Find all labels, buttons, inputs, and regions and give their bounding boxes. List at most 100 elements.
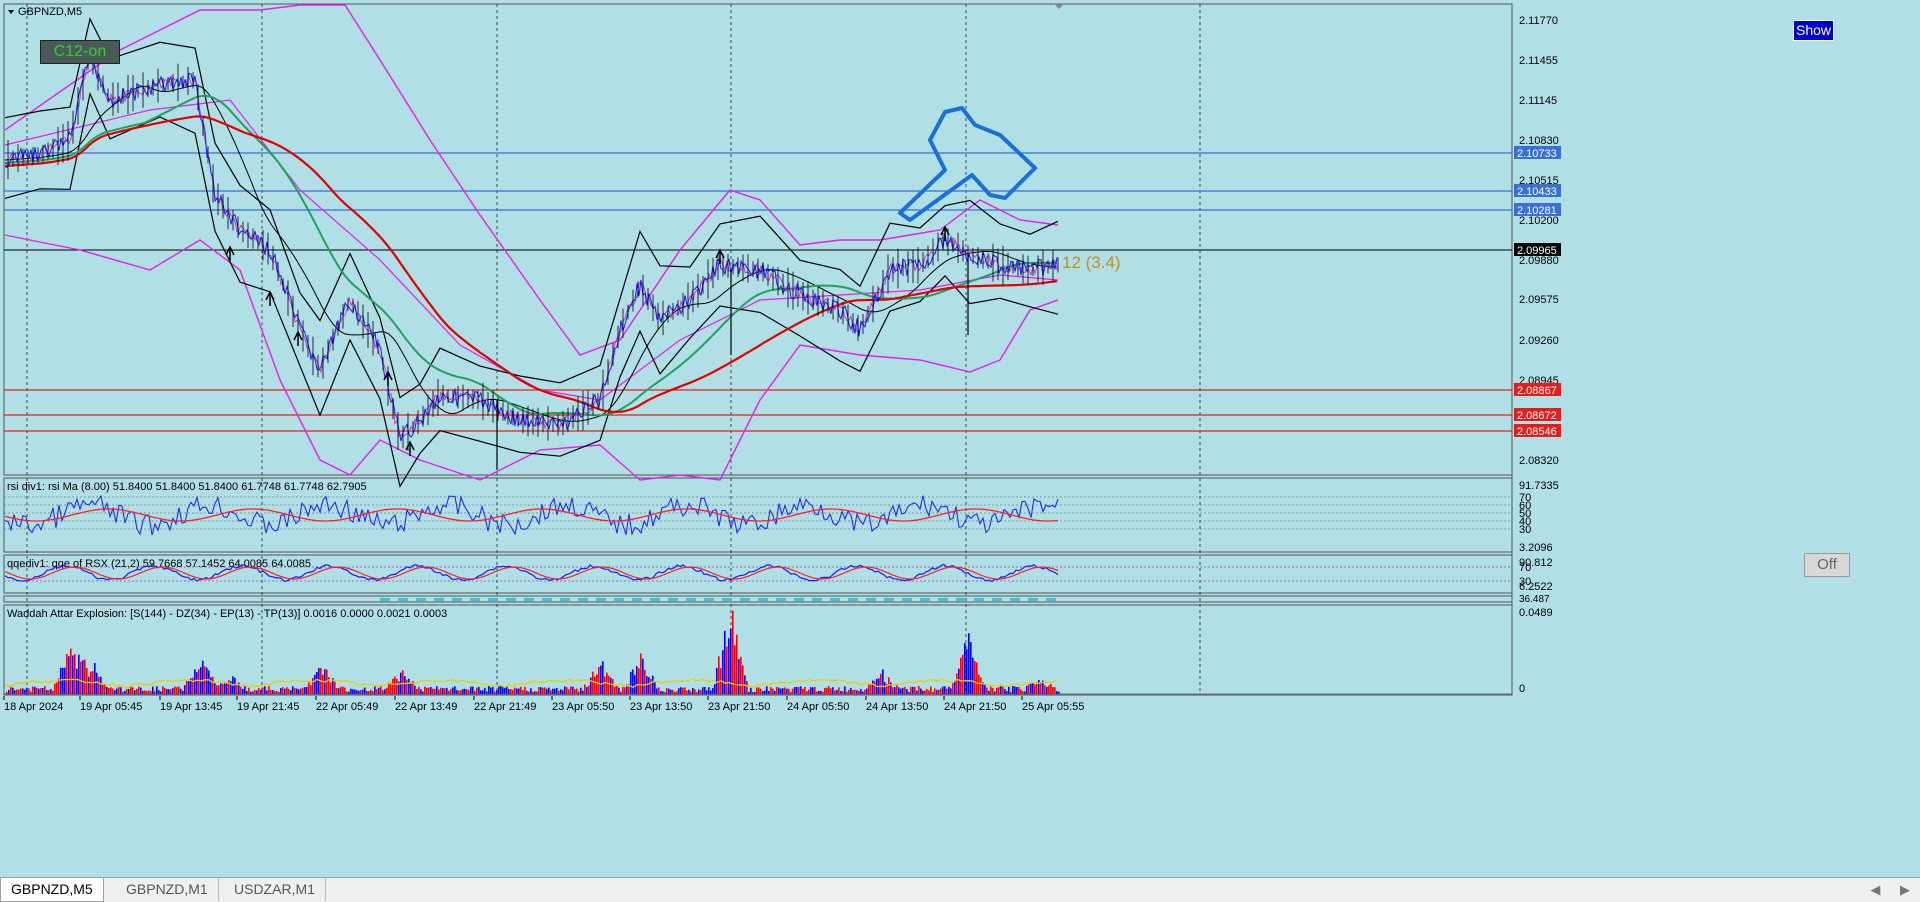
waddah-histogram-bar [186, 680, 188, 694]
chart-canvas[interactable]: 2.117702.114552.111452.108302.105152.102… [0, 0, 1920, 877]
thin-panel-mark [524, 598, 534, 601]
waddah-histogram-bar [304, 687, 306, 694]
waddah-histogram-bar [136, 688, 138, 694]
waddah-histogram-bar [302, 687, 304, 694]
time-axis-label: 24 Apr 05:50 [787, 701, 849, 713]
c12-on-button[interactable]: C12-on [40, 40, 120, 64]
thin-panel-axis-label: 36.487 [1519, 594, 1550, 605]
waddah-histogram-bar [698, 689, 700, 694]
thin-panel-mark [488, 598, 498, 601]
waddah-histogram-bar [858, 690, 860, 694]
waddah-histogram-bar [652, 675, 654, 694]
waddah-histogram-bar [156, 686, 158, 694]
waddah-histogram-bar [450, 689, 452, 694]
waddah-histogram-bar [986, 687, 988, 694]
waddah-histogram-bar [132, 687, 134, 694]
waddah-histogram-bar [730, 628, 732, 694]
waddah-histogram-bar [226, 683, 228, 694]
tab-gbpnzd-m1[interactable]: GBPNZD,M1 [116, 878, 219, 901]
waddah-histogram-bar [130, 686, 132, 694]
waddah-histogram-bar [794, 686, 796, 694]
waddah-histogram-bar [98, 676, 100, 694]
waddah-histogram-bar [56, 682, 58, 694]
thin-panel-mark [722, 598, 732, 601]
waddah-histogram-bar [182, 690, 184, 694]
waddah-histogram-bar [484, 687, 486, 694]
waddah-histogram-bar [580, 687, 582, 694]
waddah-histogram-bar [972, 657, 974, 694]
waddah-histogram-bar [666, 688, 668, 694]
waddah-histogram-bar [638, 668, 640, 694]
waddah-histogram-bar [950, 688, 952, 694]
waddah-histogram-bar [336, 688, 338, 694]
waddah-histogram-bar [594, 676, 596, 694]
dropdown-triangle-icon [8, 10, 14, 14]
thin-panel-mark [560, 598, 570, 601]
waddah-histogram-bar [556, 687, 558, 694]
waddah-histogram-bar [146, 691, 148, 694]
waddah-histogram-bar [142, 690, 144, 694]
waddah-histogram-bar [26, 687, 28, 694]
waddah-histogram-bar [780, 688, 782, 694]
waddah-histogram-bar [488, 686, 490, 694]
waddah-histogram-bar [680, 687, 682, 694]
waddah-histogram-bar [116, 688, 118, 694]
time-axis-label: 23 Apr 21:50 [708, 701, 770, 713]
time-axis-label: 23 Apr 05:50 [552, 701, 614, 713]
waddah-histogram-bar [558, 690, 560, 694]
waddah-histogram-bar [524, 686, 526, 694]
waddah-histogram-bar [82, 660, 84, 694]
waddah-histogram-bar [598, 666, 600, 694]
waddah-histogram-bar [840, 690, 842, 694]
thin-panel-mark [632, 598, 642, 601]
waddah-histogram-bar [1030, 683, 1032, 694]
waddah-histogram-bar [438, 689, 440, 694]
tab-gbpnzd-m5[interactable]: GBPNZD,M5 [0, 878, 104, 902]
waddah-histogram-bar [1000, 686, 1002, 694]
waddah-histogram-bar [896, 685, 898, 694]
waddah-histogram-bar [70, 648, 72, 694]
waddah-histogram-bar [16, 689, 18, 694]
off-button[interactable]: Off [1804, 553, 1850, 577]
waddah-histogram-bar [692, 688, 694, 694]
scroll-left-icon[interactable]: ◀ [1870, 882, 1880, 897]
thin-panel-mark [704, 598, 714, 601]
waddah-histogram-bar [264, 686, 266, 694]
time-axis-label: 22 Apr 13:49 [395, 701, 457, 713]
thin-panel-mark [974, 598, 984, 601]
waddah-histogram-bar [746, 681, 748, 694]
waddah-histogram-bar [810, 687, 812, 694]
tab-usdzar-m1[interactable]: USDZAR,M1 [224, 878, 326, 901]
waddah-histogram-bar [60, 667, 62, 694]
waddah-histogram-bar [94, 663, 96, 694]
waddah-histogram-bar [564, 686, 566, 694]
waddah-histogram-bar [370, 689, 372, 694]
waddah-histogram-bar [1004, 689, 1006, 694]
scroll-right-icon[interactable]: ▶ [1900, 882, 1910, 897]
waddah-histogram-bar [980, 677, 982, 694]
waddah-histogram-bar [12, 687, 14, 694]
waddah-histogram-bar [164, 687, 166, 694]
waddah-histogram-bar [242, 689, 244, 694]
waddah-histogram-bar [462, 689, 464, 694]
waddah-histogram-bar [880, 673, 882, 694]
waddah-histogram-bar [574, 689, 576, 694]
waddah-histogram-bar [162, 686, 164, 694]
waddah-histogram-bar [376, 689, 378, 694]
waddah-histogram-bar [1050, 683, 1052, 694]
waddah-histogram-bar [998, 687, 1000, 694]
waddah-histogram-bar [416, 689, 418, 694]
waddah-histogram-bar [632, 669, 634, 694]
waddah-histogram-bar [452, 687, 454, 694]
waddah-histogram-bar [582, 690, 584, 694]
waddah-histogram-bar [114, 690, 116, 694]
waddah-histogram-bar [38, 688, 40, 694]
waddah-histogram-bar [430, 687, 432, 694]
thin-panel-mark [992, 598, 1002, 601]
waddah-histogram-bar [148, 690, 150, 694]
waddah-histogram-bar [714, 684, 716, 694]
show-button[interactable]: Show [1793, 20, 1834, 41]
waddah-histogram-bar [378, 687, 380, 694]
waddah-histogram-bar [478, 686, 480, 694]
waddah-histogram-bar [368, 691, 370, 694]
